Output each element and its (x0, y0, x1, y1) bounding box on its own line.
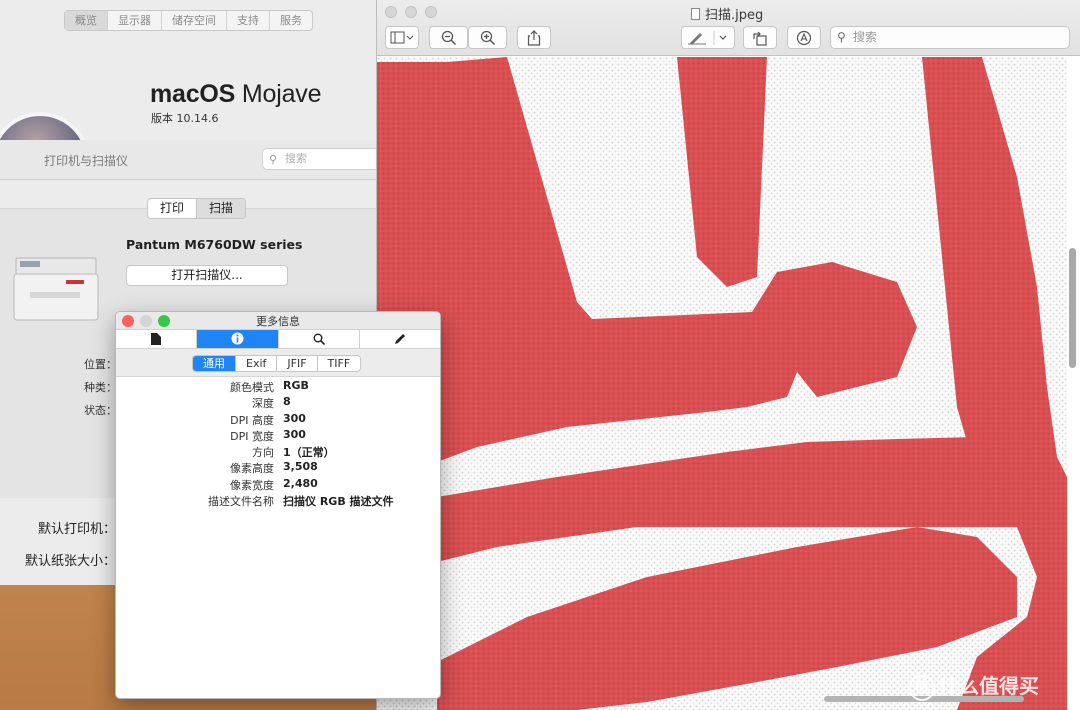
tab-annotations[interactable] (360, 330, 440, 348)
tab-general-info[interactable] (197, 330, 279, 348)
tab-support[interactable]: 支持 (227, 11, 270, 30)
search-placeholder: 搜索 (853, 30, 878, 44)
segment-print[interactable]: 打印 (148, 199, 196, 218)
printer-icon (13, 257, 99, 321)
subtab-general[interactable]: 通用 (193, 356, 235, 371)
inspector-subtab-segment: 通用 Exif JFIF TIFF (192, 355, 362, 372)
printers-titlebar: 打印机与扫描仪 ⚲ 搜索 (0, 140, 392, 180)
markup-dropdown[interactable] (681, 26, 735, 49)
info-row: 描述文件名称 扫描仪 RGB 描述文件 (116, 493, 440, 509)
file-icon (691, 8, 700, 20)
info-key: 颜色模式 (230, 381, 274, 394)
subtab-tiff[interactable]: TIFF (316, 356, 361, 371)
scanned-image-canvas (377, 57, 1067, 710)
rotate-icon (753, 31, 767, 46)
open-scanner-button[interactable]: 打开扫描仪... (126, 265, 288, 286)
info-key: 深度 (252, 397, 274, 411)
info-key: 方向 (252, 446, 274, 460)
info-row: 颜色模式 RGB (116, 379, 440, 395)
tab-search[interactable] (279, 330, 360, 348)
window-title: 打印机与扫描仪 (44, 154, 129, 168)
info-row: 像素高度 3,508 (116, 460, 440, 476)
info-icon (231, 332, 244, 345)
os-name-light: Mojave (235, 80, 322, 108)
info-row: 像素宽度 2,480 (116, 477, 440, 493)
pen-icon (688, 31, 727, 45)
magnifier-icon (313, 333, 325, 346)
document-icon (151, 333, 162, 345)
search-placeholder: 搜索 (285, 152, 307, 165)
document-title-text: 扫描.jpeg (705, 8, 764, 23)
info-value: 2,480 (283, 476, 318, 490)
preview-search-input[interactable]: ⚲ 搜索 (830, 26, 1070, 49)
info-value: 300 (283, 427, 306, 441)
search-input[interactable]: ⚲ 搜索 (262, 148, 392, 170)
zoom-button[interactable] (425, 6, 437, 18)
subtab-jfif[interactable]: JFIF (276, 356, 316, 371)
share-icon (527, 30, 541, 46)
kind-label: 种类： (84, 381, 117, 394)
preview-toolbar: 扫描.jpeg ⚲ 搜索 (377, 0, 1080, 56)
more-info-inspector: 更多信息 通用 Exif JFIF TIFF 颜色模式 RGB 深度 8 DPI 高… (115, 311, 441, 699)
zoom-in-icon (480, 30, 495, 46)
default-paper-label: 默认纸张大小： (25, 554, 117, 569)
document-title: 扫描.jpeg (691, 4, 763, 23)
about-tab-bar: 概览 显示器 储存空间 支持 服务 (64, 10, 313, 31)
info-row: DPI 宽度 300 (116, 428, 440, 444)
share-button[interactable] (517, 26, 551, 49)
printer-name: Pantum M6760DW series (126, 237, 303, 252)
info-row: 方向 1（正常） (116, 444, 440, 460)
watermark-text: 什么值得买 (939, 674, 1039, 698)
annotate-icon (796, 30, 812, 46)
status-label: 状态： (84, 404, 117, 417)
search-icon: ⚲ (269, 153, 278, 166)
rotate-button[interactable] (743, 26, 777, 49)
info-key: DPI 宽度 (230, 429, 274, 443)
zoom-in-button[interactable] (468, 26, 507, 49)
inspector-titlebar: 更多信息 (116, 312, 440, 329)
tab-displays[interactable]: 显示器 (108, 11, 162, 30)
info-list: 颜色模式 RGB 深度 8 DPI 高度 300 DPI 宽度 300 方向 1（正常） … (116, 377, 440, 509)
segment-scan[interactable]: 扫描 (196, 199, 246, 218)
info-value: RGB (283, 379, 309, 392)
watermark-badge: 值 (909, 675, 935, 701)
close-button[interactable] (385, 6, 397, 18)
info-key: 像素宽度 (230, 478, 274, 492)
inspector-subtab-area: 通用 Exif JFIF TIFF (116, 349, 440, 377)
subtab-exif[interactable]: Exif (235, 356, 276, 371)
sidebar-toggle-button[interactable] (385, 26, 419, 49)
info-value: 1（正常） (283, 446, 335, 460)
os-version: 版本 10.14.6 (151, 112, 219, 125)
preview-window: 扫描.jpeg ⚲ 搜索 值 什么值得买 (376, 0, 1080, 710)
tab-overview[interactable]: 概览 (65, 11, 108, 30)
annotate-button[interactable] (787, 26, 821, 49)
zoom-out-icon (441, 30, 456, 46)
default-printer-label: 默认打印机： (38, 522, 117, 537)
inspector-tab-bar (116, 329, 440, 349)
sidebar-icon (390, 31, 414, 44)
location-label: 位置： (84, 358, 117, 371)
tab-document[interactable] (116, 330, 198, 348)
info-value: 300 (283, 411, 306, 425)
vertical-scrollbar[interactable] (1069, 248, 1076, 368)
info-value: 扫描仪 RGB 描述文件 (283, 495, 394, 509)
info-value: 3,508 (283, 460, 318, 474)
info-key: 像素高度 (230, 462, 274, 476)
os-name: macOS Mojave (150, 80, 322, 109)
info-row: 深度 8 (116, 395, 440, 411)
print-scan-segment: 打印 扫描 (147, 198, 247, 219)
tab-storage[interactable]: 储存空间 (162, 11, 227, 30)
info-key: DPI 高度 (230, 413, 274, 427)
info-key: 描述文件名称 (208, 495, 274, 509)
inspector-title: 更多信息 (256, 315, 300, 328)
info-row: DPI 高度 300 (116, 412, 440, 428)
minimize-button[interactable] (405, 6, 417, 18)
pencil-icon (394, 334, 405, 344)
os-name-bold: macOS (150, 80, 236, 108)
tab-service[interactable]: 服务 (270, 11, 312, 30)
info-value: 8 (283, 395, 291, 409)
zoom-out-button[interactable] (429, 26, 468, 49)
search-icon: ⚲ (837, 30, 846, 44)
watermark: 值什么值得买 (909, 670, 1039, 701)
